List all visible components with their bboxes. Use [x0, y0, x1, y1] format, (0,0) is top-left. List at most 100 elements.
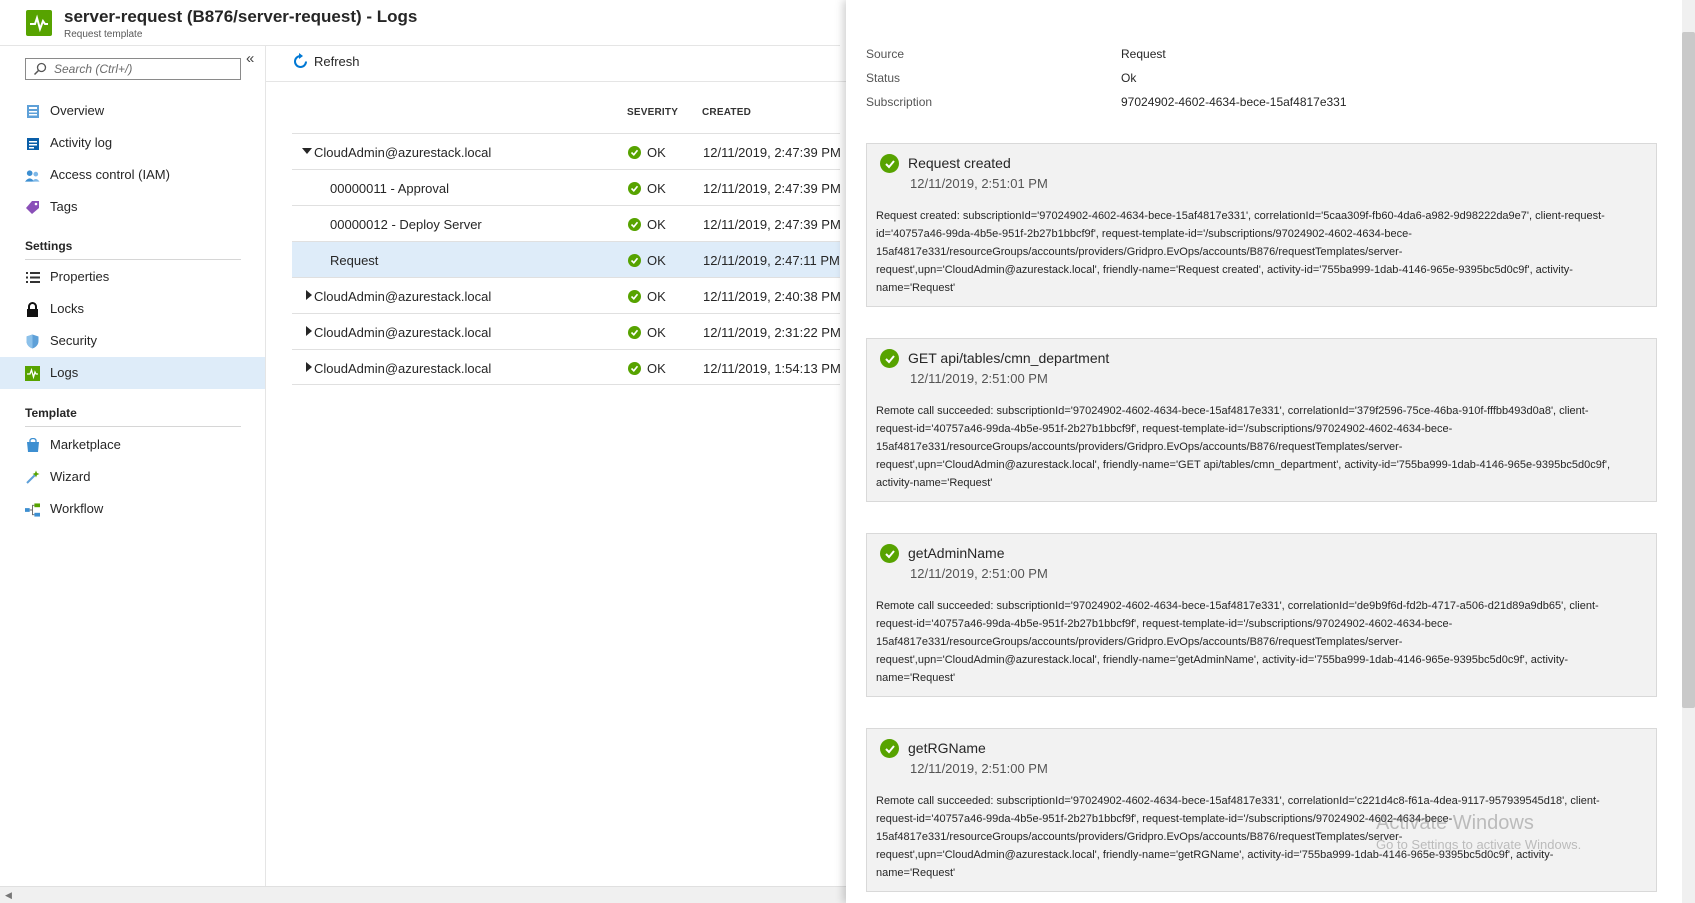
- check-circle-icon: [880, 154, 899, 173]
- event-card: getAdminName 12/11/2019, 2:51:00 PM Remo…: [866, 533, 1657, 697]
- sidebar-item-activity-log[interactable]: Activity log: [0, 127, 265, 159]
- sidebar-item-workflow[interactable]: Workflow: [0, 493, 265, 525]
- sidebar-item-access-control[interactable]: Access control (IAM): [0, 159, 265, 191]
- severity-label: OK: [647, 361, 666, 376]
- column-header-created[interactable]: CREATED: [702, 107, 751, 118]
- row-name: CloudAdmin@azurestack.local: [314, 361, 492, 376]
- event-message: Remote call succeeded: subscriptionId='9…: [876, 600, 1599, 684]
- table-row[interactable]: 00000011 - Approval OK 12/11/2019, 2:47:…: [292, 169, 841, 205]
- row-name: CloudAdmin@azurestack.local: [314, 325, 492, 340]
- watermark-line-1: Activate Windows: [1376, 812, 1534, 834]
- created-cell: 12/11/2019, 2:40:38 PM: [703, 289, 841, 304]
- created-cell: 12/11/2019, 2:31:22 PM: [703, 325, 841, 340]
- created-cell: 12/11/2019, 1:54:13 PM: [703, 361, 841, 376]
- created-cell: 12/11/2019, 2:47:11 PM: [703, 253, 840, 268]
- sidebar-item-properties[interactable]: Properties: [0, 261, 265, 293]
- subscription-label: Subscription: [866, 95, 933, 109]
- severity-label: OK: [647, 325, 666, 340]
- created-cell: 12/11/2019, 2:47:39 PM: [703, 181, 841, 196]
- sidebar-item-tags[interactable]: Tags: [0, 191, 265, 223]
- event-message: Remote call succeeded: subscriptionId='9…: [876, 405, 1611, 489]
- event-date: 12/11/2019, 2:51:00 PM: [910, 566, 1048, 581]
- sidebar-item-logs[interactable]: Logs: [0, 357, 265, 389]
- sidebar-item-label: Properties: [50, 269, 110, 284]
- search-icon: [33, 62, 47, 76]
- vertical-scrollbar-thumb[interactable]: [1682, 32, 1695, 708]
- sidebar-item-wizard[interactable]: Wizard: [0, 461, 265, 493]
- table-row[interactable]: CloudAdmin@azurestack.local OK 12/11/201…: [292, 133, 841, 169]
- log-detail-panel: Source Request Status Ok Subscription 97…: [846, 0, 1695, 903]
- check-icon: [628, 362, 641, 375]
- sidebar-item-locks[interactable]: Locks: [0, 293, 265, 325]
- check-icon: [628, 326, 641, 339]
- chevron-right-icon[interactable]: [304, 362, 314, 372]
- status-value: Ok: [1121, 71, 1137, 85]
- sidebar-item-label: Activity log: [50, 135, 113, 150]
- settings-divider: [25, 259, 241, 260]
- search-box[interactable]: [25, 58, 241, 80]
- severity-label: OK: [647, 217, 666, 232]
- chevron-down-icon[interactable]: [302, 146, 312, 156]
- sidebar-item-label: Locks: [50, 301, 84, 316]
- sidebar-item-marketplace[interactable]: Marketplace: [0, 429, 265, 461]
- event-title: GET api/tables/cmn_department: [908, 350, 1110, 366]
- severity-cell: OK: [628, 217, 666, 232]
- event-message: Request created: subscriptionId='9702490…: [876, 210, 1605, 294]
- check-icon: [628, 146, 641, 159]
- check-circle-icon: [880, 349, 899, 368]
- event-title: Request created: [908, 155, 1011, 171]
- row-name: 00000011 - Approval: [330, 181, 450, 196]
- event-card: getRGName 12/11/2019, 2:51:00 PM Remote …: [866, 728, 1657, 892]
- table-row[interactable]: CloudAdmin@azurestack.local OK 12/11/201…: [292, 277, 841, 313]
- source-label: Source: [866, 47, 905, 61]
- settings-section-title: Settings: [25, 239, 73, 253]
- sidebar-item-label: Security: [50, 333, 97, 348]
- wizard-icon: [25, 470, 40, 485]
- severity-cell: OK: [628, 325, 666, 340]
- severity-cell: OK: [628, 145, 666, 160]
- check-icon: [628, 182, 641, 195]
- check-icon: [628, 290, 641, 303]
- chevron-right-icon[interactable]: [304, 326, 314, 336]
- refresh-button[interactable]: Refresh: [292, 53, 360, 70]
- horizontal-scrollbar[interactable]: ◀: [0, 886, 846, 903]
- search-input[interactable]: [54, 60, 234, 78]
- chevron-right-icon[interactable]: [304, 290, 314, 300]
- table-row[interactable]: 00000012 - Deploy Server OK 12/11/2019, …: [292, 205, 841, 241]
- event-date: 12/11/2019, 2:51:01 PM: [910, 176, 1048, 191]
- event-card: GET api/tables/cmn_department 12/11/2019…: [866, 338, 1657, 502]
- check-circle-icon: [880, 739, 899, 758]
- sidebar-item-overview[interactable]: Overview: [0, 95, 265, 127]
- sidebar-item-label: Overview: [50, 103, 105, 118]
- severity-label: OK: [647, 289, 666, 304]
- workflow-icon: [25, 502, 40, 517]
- scroll-left-icon[interactable]: ◀: [5, 890, 12, 901]
- logs-icon: [25, 366, 40, 381]
- created-cell: 12/11/2019, 2:47:39 PM: [703, 217, 841, 232]
- column-header-severity[interactable]: SEVERITY: [627, 107, 678, 118]
- lock-icon: [25, 302, 40, 317]
- windows-activation-watermark: Activate Windows Go to Settings to activ…: [1376, 812, 1581, 852]
- page-subtitle: Request template: [64, 29, 143, 40]
- check-circle-icon: [880, 544, 899, 563]
- source-value: Request: [1121, 47, 1166, 61]
- sidebar-item-label: Access control (IAM): [50, 167, 170, 182]
- row-name: Request: [330, 253, 379, 268]
- sidebar-item-security[interactable]: Security: [0, 325, 265, 357]
- event-title: getAdminName: [908, 545, 1005, 561]
- shield-icon: [25, 334, 40, 349]
- table-row[interactable]: CloudAdmin@azurestack.local OK 12/11/201…: [292, 313, 841, 349]
- watermark-line-2: Go to Settings to activate Windows.: [1376, 837, 1582, 852]
- app-window: server-request (B876/server-request) - L…: [0, 0, 1695, 903]
- refresh-icon: [294, 53, 307, 68]
- table-row[interactable]: CloudAdmin@azurestack.local OK 12/11/201…: [292, 349, 841, 385]
- toolbar: Refresh: [266, 46, 846, 82]
- severity-cell: OK: [628, 361, 666, 376]
- blade-header: server-request (B876/server-request) - L…: [0, 0, 840, 46]
- status-label: Status: [866, 71, 901, 85]
- sidebar: « Overview Activity log Access control (…: [0, 46, 266, 886]
- marketplace-icon: [25, 438, 40, 453]
- table-row-selected[interactable]: Request OK 12/11/2019, 2:47:11 PM: [292, 241, 840, 277]
- sidebar-item-label: Tags: [50, 199, 78, 214]
- collapse-sidebar-button[interactable]: «: [246, 50, 254, 67]
